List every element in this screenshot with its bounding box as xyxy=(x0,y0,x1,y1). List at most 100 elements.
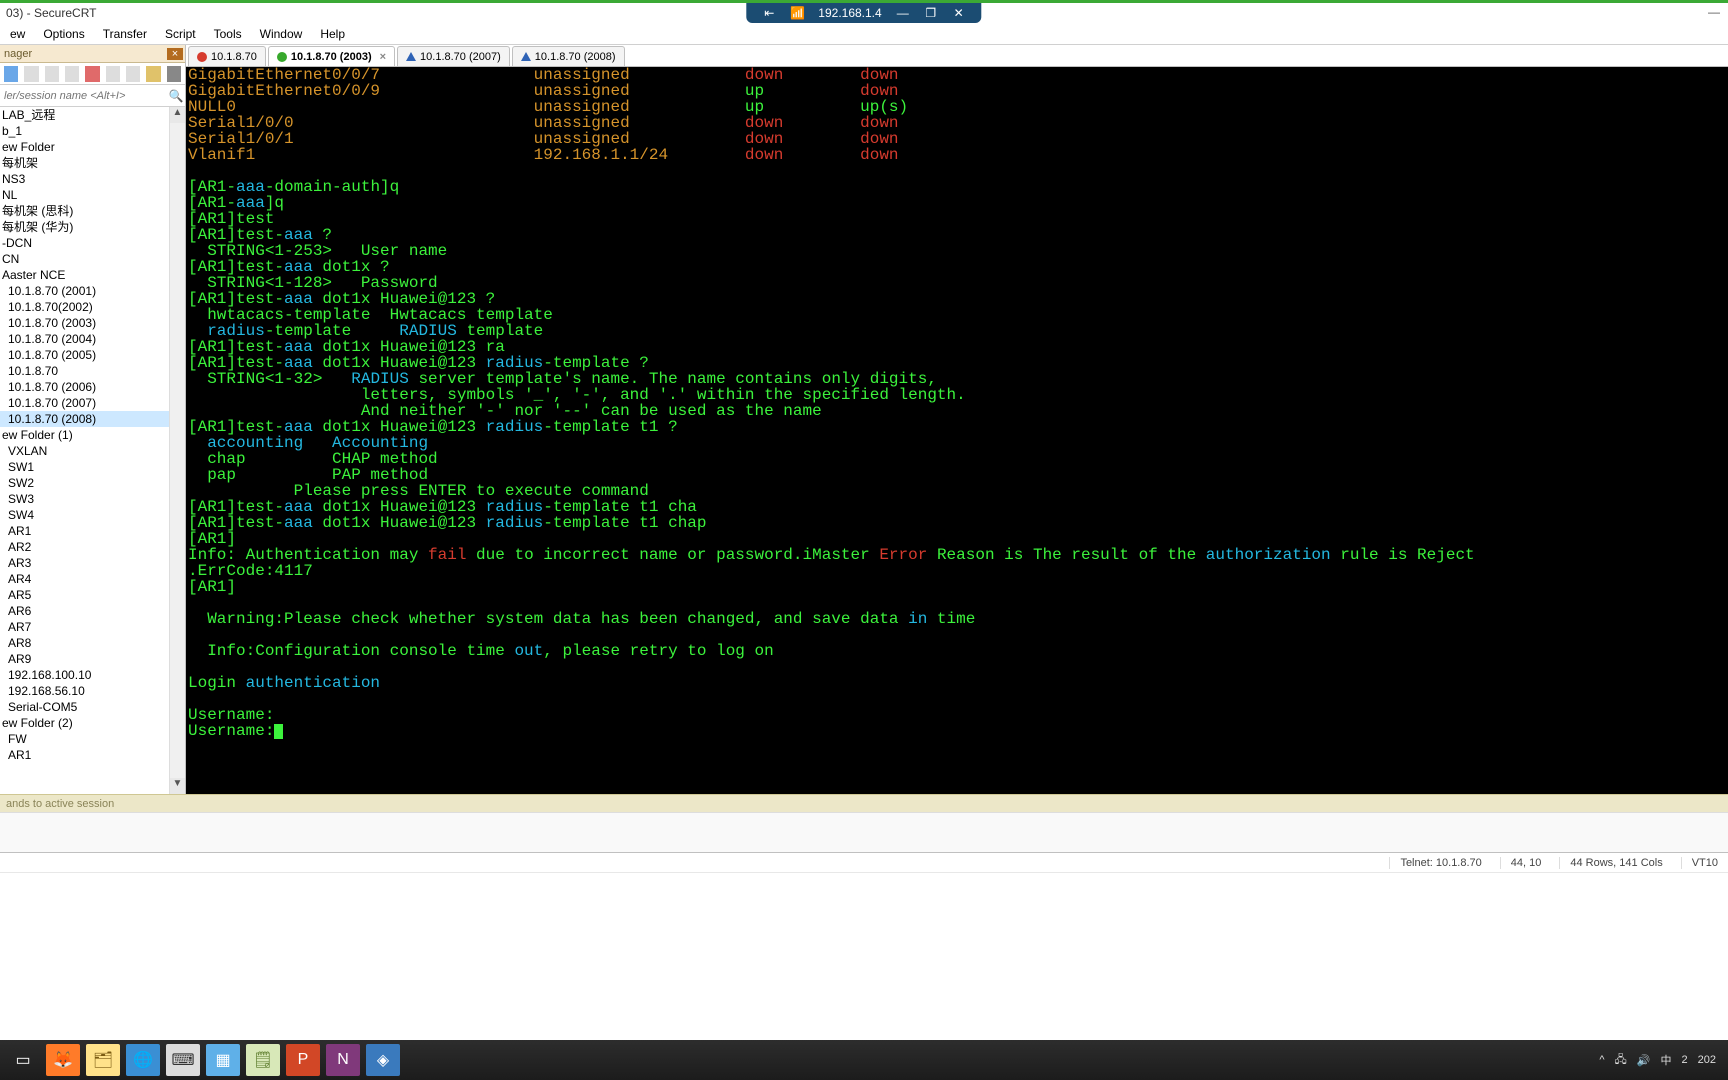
tree-item[interactable]: 10.1.8.70 (2001) xyxy=(0,283,185,299)
globe-icon[interactable]: 🌐 xyxy=(126,1044,160,1076)
warning-icon xyxy=(521,52,531,61)
close-tab-icon[interactable]: × xyxy=(380,51,386,63)
tree-item[interactable]: AR2 xyxy=(0,539,185,555)
tray-volume-icon[interactable]: 🔊 xyxy=(1637,1054,1651,1067)
tree-item[interactable]: 10.1.8.70 (2006) xyxy=(0,379,185,395)
scroll-down-icon[interactable]: ▼ xyxy=(170,778,185,794)
tree-item[interactable]: 每机架 (思科) xyxy=(0,203,185,219)
tree-item[interactable]: 每机架 (华为) xyxy=(0,219,185,235)
remote-session-chip: ⇤ 📶 192.168.1.4 — ❐ ✕ xyxy=(746,3,981,23)
tree-item[interactable]: AR9 xyxy=(0,651,185,667)
session-filter-input[interactable] xyxy=(0,88,167,104)
tree-item[interactable]: AR5 xyxy=(0,587,185,603)
search-icon[interactable]: 🔍 xyxy=(167,89,185,103)
tree-item[interactable]: 10.1.8.70 xyxy=(0,363,185,379)
onenote-icon[interactable]: N xyxy=(326,1044,360,1076)
tree-item[interactable]: SW4 xyxy=(0,507,185,523)
delete-icon[interactable] xyxy=(85,66,99,82)
panel-title: nager xyxy=(4,48,32,60)
tree-item[interactable]: AR1 xyxy=(0,747,185,763)
tray-ime-icon[interactable]: 中 xyxy=(1661,1052,1672,1068)
tree-item[interactable]: 10.1.8.70(2002) xyxy=(0,299,185,315)
scroll-up-icon[interactable]: ▲ xyxy=(170,107,185,123)
session-tab[interactable]: 10.1.8.70 (2008) xyxy=(512,46,625,66)
tree-item[interactable]: NL xyxy=(0,187,185,203)
tree-item[interactable]: 192.168.56.10 xyxy=(0,683,185,699)
tree-item[interactable]: AR4 xyxy=(0,571,185,587)
menu-help[interactable]: Help xyxy=(312,25,353,43)
tree-item[interactable]: AR6 xyxy=(0,603,185,619)
tray-network-icon[interactable]: 🖧 xyxy=(1615,1051,1627,1070)
new-session-icon[interactable] xyxy=(106,66,120,82)
tray-chevron-icon[interactable]: ^ xyxy=(1599,1054,1604,1066)
notepad-icon[interactable]: 🗒 xyxy=(246,1044,280,1076)
tree-item[interactable]: b_1 xyxy=(0,123,185,139)
tree-item[interactable]: Aaster NCE xyxy=(0,267,185,283)
tree-item[interactable]: FW xyxy=(0,731,185,747)
max-remote-icon[interactable]: ❐ xyxy=(924,6,938,20)
copy-icon[interactable] xyxy=(45,66,59,82)
system-tray[interactable]: ^ 🖧 🔊 中 2 202 xyxy=(1599,1051,1722,1070)
minimize-icon[interactable]: — xyxy=(1708,5,1720,19)
tree-item[interactable]: AR3 xyxy=(0,555,185,571)
tree-item[interactable]: Serial-COM5 xyxy=(0,699,185,715)
session-tree[interactable]: ▲ ▼ LAB_远程b_1ew Folder每机架NS3NL每机架 (思科)每机… xyxy=(0,107,185,794)
tree-item[interactable]: VXLAN xyxy=(0,443,185,459)
properties-icon[interactable] xyxy=(126,66,140,82)
cut-icon[interactable] xyxy=(24,66,38,82)
tree-item[interactable]: ew Folder (1) xyxy=(0,427,185,443)
task-view-icon[interactable]: ▭ xyxy=(6,1044,40,1076)
menu-tools[interactable]: Tools xyxy=(206,25,250,43)
powerpoint-icon[interactable]: P xyxy=(286,1044,320,1076)
menu-script[interactable]: Script xyxy=(157,25,204,43)
tree-item[interactable]: AR8 xyxy=(0,635,185,651)
tree-item[interactable]: 每机架 xyxy=(0,155,185,171)
session-tab[interactable]: 10.1.8.70 (2003) × xyxy=(268,46,395,66)
paste-icon[interactable] xyxy=(65,66,79,82)
tree-item[interactable]: 10.1.8.70 (2005) xyxy=(0,347,185,363)
tree-item[interactable]: 192.168.100.10 xyxy=(0,667,185,683)
min-remote-icon[interactable]: — xyxy=(896,6,910,20)
menu-window[interactable]: Window xyxy=(252,25,311,43)
close-remote-icon[interactable]: ✕ xyxy=(952,6,966,20)
session-tab[interactable]: 10.1.8.70 (2007) xyxy=(397,46,510,66)
menu-options[interactable]: Options xyxy=(35,25,92,43)
app-icon-2[interactable]: ◈ xyxy=(366,1044,400,1076)
tree-item[interactable]: CN xyxy=(0,251,185,267)
tree-item[interactable]: AR7 xyxy=(0,619,185,635)
tree-item[interactable]: SW1 xyxy=(0,459,185,475)
pin-icon[interactable]: ⇤ xyxy=(762,6,776,20)
tray-date: 202 xyxy=(1698,1054,1716,1066)
tree-item[interactable]: 10.1.8.70 (2008) xyxy=(0,411,185,427)
tree-scrollbar[interactable]: ▲ ▼ xyxy=(169,107,185,794)
tree-item[interactable]: 10.1.8.70 (2007) xyxy=(0,395,185,411)
menu-transfer[interactable]: Transfer xyxy=(95,25,155,43)
connect-icon[interactable] xyxy=(4,66,18,82)
status-cursor-pos: 44, 10 xyxy=(1500,857,1542,869)
folder-icon[interactable] xyxy=(146,66,160,82)
tree-item[interactable]: SW3 xyxy=(0,491,185,507)
close-panel-icon[interactable]: × xyxy=(167,48,183,60)
blank-area xyxy=(0,812,1728,852)
tree-item[interactable]: ew Folder xyxy=(0,139,185,155)
session-tab[interactable]: 10.1.8.70 xyxy=(188,46,266,66)
firefox-icon[interactable]: 🦊 xyxy=(46,1044,80,1076)
title-bar: 03) - SecureCRT ⇤ 📶 192.168.1.4 — ❐ ✕ — xyxy=(0,3,1728,23)
command-window[interactable]: ands to active session xyxy=(0,794,1728,812)
tree-item[interactable]: NS3 xyxy=(0,171,185,187)
menu-view[interactable]: ew xyxy=(2,25,33,43)
tree-item[interactable]: 10.1.8.70 (2004) xyxy=(0,331,185,347)
securecrt-icon[interactable]: ⌨ xyxy=(166,1044,200,1076)
tree-item[interactable]: SW2 xyxy=(0,475,185,491)
file-explorer-icon[interactable]: 🗂 xyxy=(86,1044,120,1076)
tree-item[interactable]: LAB_远程 xyxy=(0,107,185,123)
terminal[interactable]: GigabitEthernet0/0/7 unassigned down dow… xyxy=(186,67,1728,794)
app-icon-1[interactable]: ▦ xyxy=(206,1044,240,1076)
tree-item[interactable]: -DCN xyxy=(0,235,185,251)
tree-item[interactable]: 10.1.8.70 (2003) xyxy=(0,315,185,331)
tree-item[interactable]: AR1 xyxy=(0,523,185,539)
command-hint: ands to active session xyxy=(6,798,114,810)
settings-icon[interactable] xyxy=(167,66,181,82)
tab-label: 10.1.8.70 (2003) xyxy=(291,51,372,63)
tree-item[interactable]: ew Folder (2) xyxy=(0,715,185,731)
